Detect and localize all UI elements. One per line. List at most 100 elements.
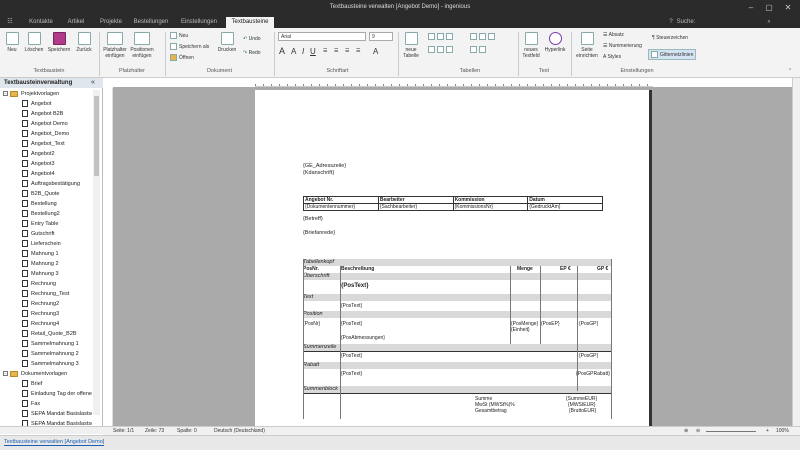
table-tools-row2[interactable]	[428, 46, 455, 53]
address-line[interactable]: {GE_Adresszeile}	[303, 163, 346, 169]
zoom-in-icon[interactable]: +	[766, 428, 769, 434]
tree-horizontal-scrollbar[interactable]	[0, 426, 103, 434]
tree-item[interactable]: Bestellung2	[22, 209, 92, 219]
customer-address[interactable]: {Kdanschrift}	[303, 170, 334, 176]
tree-item[interactable]: Brief	[22, 379, 92, 389]
table-tools-row4[interactable]	[470, 46, 488, 53]
collapse-toggle-icon[interactable]: −	[3, 371, 8, 377]
back-button[interactable]: Zurück	[73, 32, 95, 53]
gridlines-toggle[interactable]: Gitternetzlinien	[648, 49, 697, 60]
collapse-panel-icon[interactable]: «	[91, 79, 95, 86]
new-button[interactable]: Neu	[3, 32, 21, 53]
align-center-icon[interactable]: ☰	[334, 48, 338, 54]
control-chars-button[interactable]: ¶ Steuerzeichen	[652, 35, 688, 41]
save-as-button[interactable]: Speichern als	[170, 43, 209, 50]
zoom-slider[interactable]	[706, 431, 756, 432]
open-button[interactable]: Öffnen	[170, 54, 194, 61]
tree-item[interactable]: Entry Table	[22, 219, 92, 229]
undo-button[interactable]: ↶ Undo	[243, 36, 261, 42]
maximize-icon[interactable]: ▢	[762, 2, 776, 14]
table-tools-row1[interactable]	[428, 33, 455, 40]
tree-item[interactable]: B2B_Quote	[22, 189, 92, 199]
tab-bestellungen[interactable]: Bestellungen	[130, 17, 172, 28]
app-menu-icon[interactable]: ☷	[3, 17, 17, 28]
doc-new-button[interactable]: Neu	[170, 32, 188, 39]
tab-artikel[interactable]: Artikel	[62, 17, 90, 28]
tree-item[interactable]: Rechnung4	[22, 319, 92, 329]
paragraph-button[interactable]: ☰ Absatz	[603, 32, 624, 38]
tree-item[interactable]: Rechnung3	[22, 309, 92, 319]
salutation-line[interactable]: {Briefanrede}	[303, 230, 335, 236]
tree-item[interactable]: Angebot_Demo	[22, 129, 92, 139]
justify-icon[interactable]: ☰	[356, 48, 360, 54]
collapse-ribbon-icon[interactable]: ⌃	[788, 68, 792, 74]
tree-item[interactable]: Angebot	[22, 99, 92, 109]
tree-item[interactable]: Lieferschein	[22, 239, 92, 249]
table-tools-row3[interactable]	[470, 33, 497, 40]
document-tab[interactable]: Textbausteine verwalten [Angebot Demo]	[4, 439, 105, 446]
grow-font-icon[interactable]: A	[279, 46, 285, 56]
tree-item[interactable]: SEPA Mandat Basislastsch	[22, 409, 92, 419]
font-size-select[interactable]: 9	[369, 32, 393, 41]
shrink-font-icon[interactable]: A	[291, 47, 296, 56]
align-left-icon[interactable]: ☰	[323, 48, 327, 54]
tree-item[interactable]: Angebot2	[22, 149, 92, 159]
align-right-icon[interactable]: ☰	[345, 48, 349, 54]
tree-item[interactable]: Angebot4	[22, 169, 92, 179]
tree-scrollbar-thumb[interactable]	[94, 96, 99, 176]
tree-item[interactable]: Einladung Tag der offenen	[22, 389, 92, 399]
tab-kontakte[interactable]: Kontakte	[24, 17, 58, 28]
tree-item[interactable]: Rechnung	[22, 279, 92, 289]
tree-item[interactable]: Angebot_Text	[22, 139, 92, 149]
minimize-icon[interactable]: –	[744, 2, 758, 14]
header-table[interactable]: Angebot Nr. Bearbeiter Kommission Datum …	[303, 196, 603, 211]
tab-projekte[interactable]: Projekte	[95, 17, 127, 28]
tree-item[interactable]: Sammelmahnung 3	[22, 359, 92, 369]
document-scrollbar[interactable]	[792, 78, 800, 426]
document-icon	[22, 330, 28, 338]
font-name-select[interactable]: Arial	[278, 32, 366, 41]
tree-item[interactable]: Rechnung_Test	[22, 289, 92, 299]
zoom-out-icon[interactable]: ⊖	[696, 428, 700, 434]
tree-item[interactable]: Sammelmahnung 2	[22, 349, 92, 359]
tree-item[interactable]: Mahnung 3	[22, 269, 92, 279]
underline-icon[interactable]: U	[310, 47, 316, 56]
new-textfield-button[interactable]: neues Textfeld	[520, 32, 542, 59]
tree-item[interactable]: Retail_Quote_B2B	[22, 329, 92, 339]
tree-item[interactable]: Mahnung 2	[22, 259, 92, 269]
tree-item[interactable]: Auftragsbestätigung	[22, 179, 92, 189]
search-icon[interactable]: ⌕	[763, 17, 775, 28]
tree-item[interactable]: Angebot Demo	[22, 119, 92, 129]
tab-einstellungen[interactable]: Einstellungen	[176, 17, 222, 28]
collapse-toggle-icon[interactable]: −	[3, 91, 8, 97]
document-icon	[22, 190, 28, 198]
tree-item[interactable]: Gutschrift	[22, 229, 92, 239]
zoom-fit-icon[interactable]: ⊕	[684, 428, 688, 434]
insert-positions-button[interactable]: Positionen einfügen	[129, 32, 155, 59]
insert-placeholder-button[interactable]: Platzhalter einfügen	[102, 32, 128, 59]
subject-line[interactable]: {Betreff}	[303, 216, 323, 222]
tree-item[interactable]: Angebot3	[22, 159, 92, 169]
print-button[interactable]: Drucken	[216, 32, 238, 53]
close-icon[interactable]: ✕	[781, 2, 795, 14]
italic-icon[interactable]: I	[302, 47, 304, 56]
tree-item[interactable]: Sammelmahnung 1	[22, 339, 92, 349]
new-table-button[interactable]: neue Tabelle	[400, 32, 422, 59]
page-setup-button[interactable]: Seite einrichten	[574, 32, 600, 59]
tree-item[interactable]: Mahnung 1	[22, 249, 92, 259]
numbering-button[interactable]: ☰ Nummerierung	[603, 43, 642, 49]
window-title: Textbausteine verwalten [Angebot Demo] -…	[329, 4, 471, 10]
hyperlink-button[interactable]: Hyperlink	[543, 32, 567, 53]
tree-folder[interactable]: − Projektvorlagen	[3, 89, 92, 99]
save-button[interactable]: Speichern	[46, 32, 72, 53]
redo-button[interactable]: ↷ Redo	[243, 50, 261, 56]
delete-button[interactable]: Löschen	[23, 32, 45, 53]
tree-item[interactable]: Angebot B2B	[22, 109, 92, 119]
tree-item[interactable]: Fax	[22, 399, 92, 409]
tree-item[interactable]: Rechnung2	[22, 299, 92, 309]
tree-folder[interactable]: − Dokumentvorlagen	[3, 369, 92, 379]
styles-button[interactable]: A Styles	[603, 54, 621, 60]
tab-textbausteine[interactable]: Textbausteine	[226, 17, 274, 28]
font-color-icon[interactable]: A	[373, 47, 378, 56]
tree-item[interactable]: Bestellung	[22, 199, 92, 209]
